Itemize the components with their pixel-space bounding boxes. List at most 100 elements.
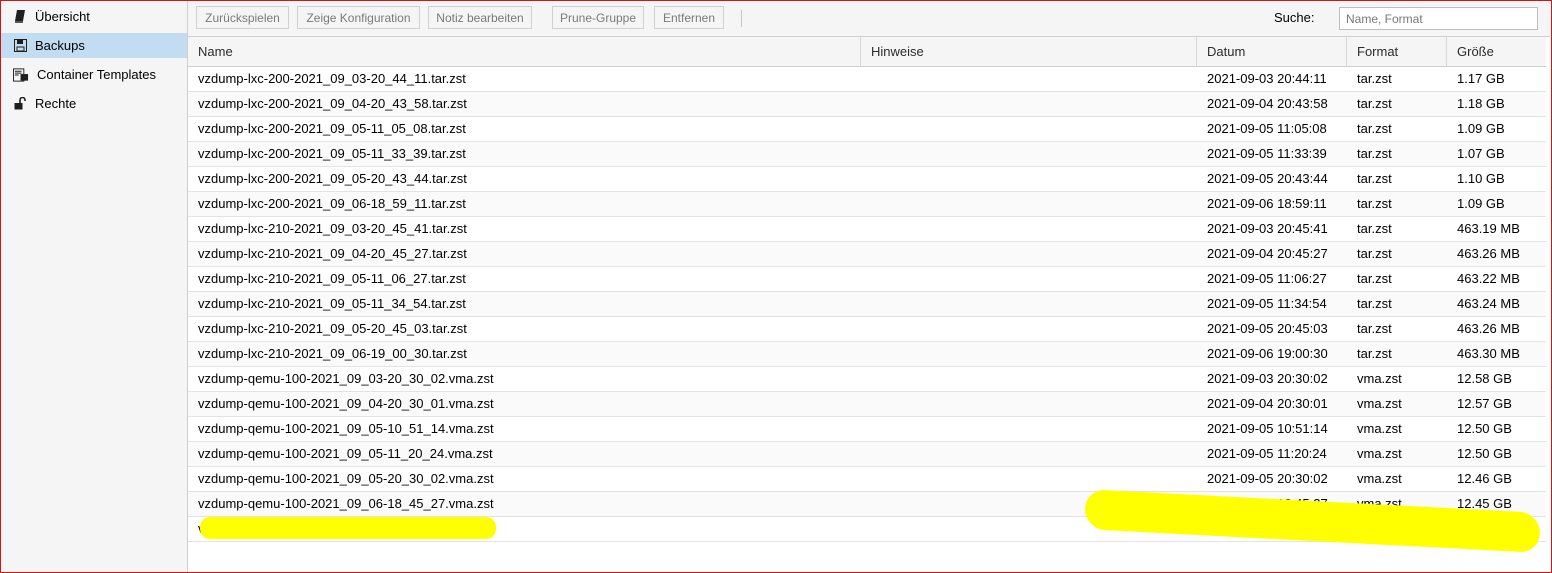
table-row[interactable]: vzdump-lxc-210-2021_09_05-11_06_27.tar.z… <box>188 267 1546 292</box>
search-input[interactable] <box>1339 7 1538 30</box>
cell-size: 12.46 GB <box>1457 471 1512 486</box>
table-row[interactable]: vzdump-qemu-100-2021_09_04-20_30_01.vma.… <box>188 392 1546 417</box>
column-header-notes[interactable]: Hinweise <box>861 37 1197 66</box>
cell-name: vzdump-qemu-100-2021_09_05-11_20_24.vma.… <box>198 446 493 461</box>
cell-format: vma.zst <box>1357 371 1402 386</box>
cell-size: 463.22 MB <box>1457 271 1520 286</box>
column-header-date[interactable]: Datum <box>1197 37 1347 66</box>
sidebar-item-label: Backups <box>35 38 85 53</box>
cell-notes <box>861 317 1197 341</box>
table-row[interactable]: vzdump-lxc-200-2021_09_04-20_43_58.tar.z… <box>188 92 1546 117</box>
cell-size: 12.57 GB <box>1457 396 1512 411</box>
table-row[interactable]: vzdump-lxc-210-2021_09_05-20_45_03.tar.z… <box>188 317 1546 342</box>
cell-date: 2021-09-05 20:43:44 <box>1207 171 1328 186</box>
column-header-name[interactable]: Name <box>188 37 861 66</box>
sidebar-item-backups[interactable]: Backups <box>1 33 187 58</box>
cell-date: 2021-09-06 19:23:43 <box>1207 521 1328 536</box>
cell-format: tar.zst <box>1357 196 1392 211</box>
cell-name: vzdump-qemu-100-2021_09_05-20_30_02.vma.… <box>198 471 494 486</box>
table-row[interactable]: vzdump-qemu-100-2021_09_05-11_20_24.vma.… <box>188 442 1546 467</box>
cell-size: 1.18 GB <box>1457 96 1505 111</box>
toolbar-separator <box>741 10 742 27</box>
cell-date: 2021-09-03 20:45:41 <box>1207 221 1328 236</box>
column-header-format[interactable]: Format <box>1347 37 1447 66</box>
cell-format: tar.zst <box>1357 96 1392 111</box>
cell-name: vzdump-lxc-200-2021_09_06-18_59_11.tar.z… <box>198 196 466 211</box>
prune-group-button[interactable]: Prune-Gruppe <box>552 6 644 29</box>
cell-notes <box>861 217 1197 241</box>
cell-size: 12.45 GB <box>1457 521 1512 536</box>
cell-notes <box>861 292 1197 316</box>
cell-name: vzdump-lxc-210-2021_09_04-20_45_27.tar.z… <box>198 246 467 261</box>
container-template-icon <box>13 67 29 82</box>
table-row[interactable]: vzdump-lxc-200-2021_09_05-20_43_44.tar.z… <box>188 167 1546 192</box>
cell-notes <box>861 92 1197 116</box>
floppy-disk-icon <box>13 39 27 53</box>
table-row[interactable]: vzdump-qemu-100-2021_09_05-10_51_14.vma.… <box>188 417 1546 442</box>
cell-notes <box>861 192 1197 216</box>
backup-grid: Name Hinweise Datum Format Größe vzdump-… <box>188 37 1546 553</box>
table-row[interactable]: vzdump-qemu-100-2021_09_05-20_30_02.vma.… <box>188 467 1546 492</box>
sidebar: Übersicht Backups Container Templates Re… <box>1 1 188 572</box>
sidebar-item-overview[interactable]: Übersicht <box>1 4 187 29</box>
cell-name: vzdump-lxc-210-2021_09_06-19_00_30.tar.z… <box>198 346 467 361</box>
unlock-icon <box>13 97 27 111</box>
grid-header: Name Hinweise Datum Format Größe <box>188 37 1546 67</box>
cell-name: vzdump-qemu-100-2021_09_04-20_30_01.vma.… <box>198 396 494 411</box>
table-row[interactable]: vzdump-lxc-200-2021_09_05-11_33_39.tar.z… <box>188 142 1546 167</box>
cell-name: vzdump-lxc-210-2021_09_05-20_45_03.tar.z… <box>198 321 467 336</box>
cell-format: tar.zst <box>1357 246 1392 261</box>
sidebar-item-label: Rechte <box>35 96 77 111</box>
cell-date: 2021-09-05 10:51:14 <box>1207 421 1328 436</box>
cell-format: vma.zst <box>1357 446 1402 461</box>
cell-format: tar.zst <box>1357 171 1392 186</box>
table-row[interactable]: vzdump-qemu-100-2021_09_06-18_45_27.vma.… <box>188 492 1546 517</box>
cell-name: vzdump-qemu-100-2021_09_05-10_51_14.vma.… <box>198 421 494 436</box>
table-row[interactable]: vzdump-lxc-210-2021_09_06-19_00_30.tar.z… <box>188 342 1546 367</box>
table-row[interactable]: vzdump-lxc-210-2021_09_03-20_45_41.tar.z… <box>188 217 1546 242</box>
table-row[interactable]: vzdump-lxc-210-2021_09_04-20_45_27.tar.z… <box>188 242 1546 267</box>
toolbar: Zurückspielen Zeige Konfiguration Notiz … <box>188 1 1550 37</box>
grid-body: vzdump-lxc-200-2021_09_03-20_44_11.tar.z… <box>188 67 1546 553</box>
cell-date: 2021-09-05 11:20:24 <box>1207 446 1327 461</box>
cell-format: vma.zst <box>1357 521 1402 536</box>
show-config-button[interactable]: Zeige Konfiguration <box>297 6 420 29</box>
cell-notes <box>861 117 1197 141</box>
cell-notes <box>861 492 1197 516</box>
table-row[interactable]: vzdump-qemu-100-2021_09_06-19_23_43.vma.… <box>188 517 1546 542</box>
cell-format: tar.zst <box>1357 146 1392 161</box>
cell-size: 12.50 GB <box>1457 446 1512 461</box>
cell-date: 2021-09-06 19:00:30 <box>1207 346 1328 361</box>
scrollbar-gutter <box>1546 37 1550 571</box>
column-header-size[interactable]: Größe <box>1447 37 1546 66</box>
cell-name: vzdump-lxc-210-2021_09_05-11_06_27.tar.z… <box>198 271 466 286</box>
restore-button[interactable]: Zurückspielen <box>196 6 289 29</box>
sidebar-item-label: Übersicht <box>35 9 90 24</box>
cell-date: 2021-09-05 11:33:39 <box>1207 146 1327 161</box>
table-row[interactable]: vzdump-qemu-100-2021_09_03-20_30_02.vma.… <box>188 367 1546 392</box>
cell-name: vzdump-qemu-100-2021_09_06-19_23_43.vma.… <box>198 521 494 536</box>
cell-notes <box>861 417 1197 441</box>
cell-size: 1.17 GB <box>1457 71 1505 86</box>
cell-notes <box>861 242 1197 266</box>
table-row[interactable]: vzdump-lxc-210-2021_09_05-11_34_54.tar.z… <box>188 292 1546 317</box>
table-row[interactable]: vzdump-lxc-200-2021_09_03-20_44_11.tar.z… <box>188 67 1546 92</box>
cell-format: tar.zst <box>1357 221 1392 236</box>
cell-notes <box>861 467 1197 491</box>
cell-notes <box>861 267 1197 291</box>
cell-size: 463.26 MB <box>1457 246 1520 261</box>
cell-size: 12.58 GB <box>1457 371 1512 386</box>
cell-date: 2021-09-06 18:45:27 <box>1207 496 1328 511</box>
cell-date: 2021-09-04 20:43:58 <box>1207 96 1328 111</box>
edit-notes-button[interactable]: Notiz bearbeiten <box>428 6 532 29</box>
remove-button[interactable]: Entfernen <box>654 6 724 29</box>
table-row[interactable]: vzdump-lxc-200-2021_09_06-18_59_11.tar.z… <box>188 192 1546 217</box>
sidebar-item-container-templates[interactable]: Container Templates <box>1 62 187 87</box>
cell-notes <box>861 342 1197 366</box>
cell-size: 463.26 MB <box>1457 321 1520 336</box>
cell-size: 463.30 MB <box>1457 346 1520 361</box>
cell-date: 2021-09-03 20:44:11 <box>1207 71 1327 86</box>
cell-name: vzdump-lxc-200-2021_09_05-11_05_08.tar.z… <box>198 121 466 136</box>
sidebar-item-permissions[interactable]: Rechte <box>1 91 187 116</box>
table-row[interactable]: vzdump-lxc-200-2021_09_05-11_05_08.tar.z… <box>188 117 1546 142</box>
